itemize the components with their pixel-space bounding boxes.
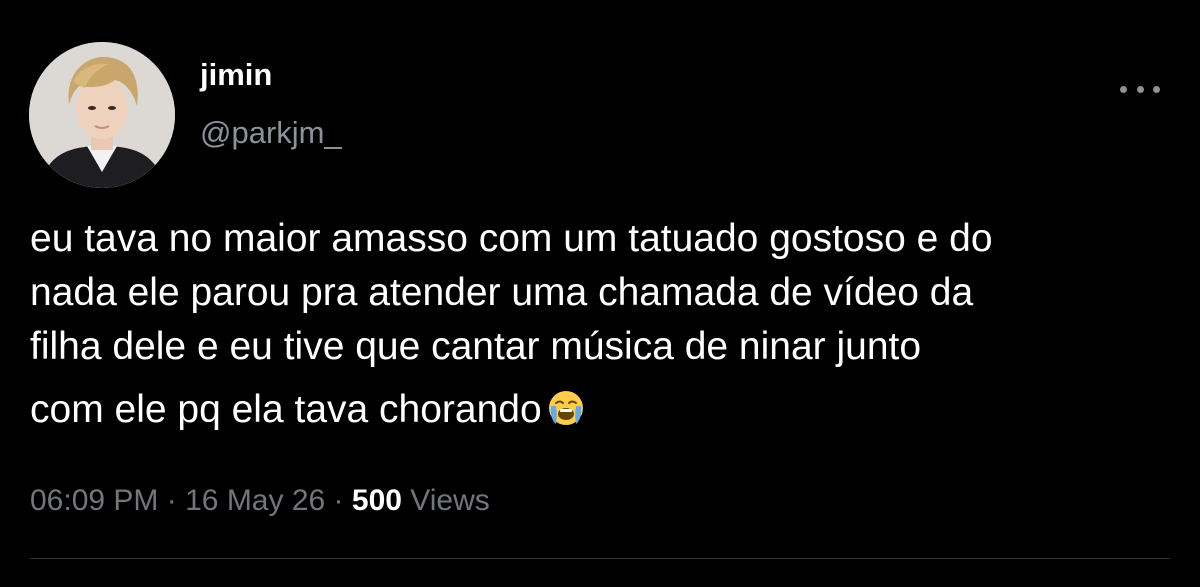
loudly-crying-face-icon bbox=[548, 391, 583, 425]
tweet-meta: 06:09 PM · 16 May 26 · 500 Views bbox=[30, 482, 490, 520]
tweet-text-line: nada ele parou pra atender uma chamada d… bbox=[30, 271, 974, 314]
avatar[interactable] bbox=[29, 42, 175, 188]
tweet: jimin @parkjm_ eu tava no maior amasso c… bbox=[0, 0, 1200, 587]
views-count[interactable]: 500 bbox=[352, 484, 402, 517]
tweet-text-line-last: com ele pq ela tava chorando bbox=[30, 383, 1180, 437]
meta-separator: · bbox=[333, 484, 344, 517]
tweet-text: eu tava no maior amasso com um tatuado g… bbox=[30, 212, 1180, 437]
meta-separator: · bbox=[166, 484, 177, 517]
tweet-text-line: filha dele e eu tive que cantar música d… bbox=[30, 325, 922, 368]
divider bbox=[30, 558, 1170, 559]
tweet-time[interactable]: 06:09 PM bbox=[30, 484, 158, 517]
more-horizontal-icon-dot bbox=[1153, 85, 1160, 93]
views-label: Views bbox=[410, 484, 490, 517]
more-options-button[interactable] bbox=[1120, 78, 1160, 100]
tweet-text-line: eu tava no maior amasso com um tatuado g… bbox=[30, 217, 993, 260]
display-name[interactable]: jimin bbox=[200, 56, 272, 94]
tweet-date[interactable]: 16 May 26 bbox=[185, 484, 325, 517]
more-horizontal-icon bbox=[1120, 85, 1127, 93]
tweet-text-line: com ele pq ela tava chorando bbox=[30, 388, 542, 431]
user-handle[interactable]: @parkjm_ bbox=[200, 114, 342, 152]
avatar-image bbox=[29, 42, 175, 188]
more-horizontal-icon-dot bbox=[1136, 85, 1144, 93]
